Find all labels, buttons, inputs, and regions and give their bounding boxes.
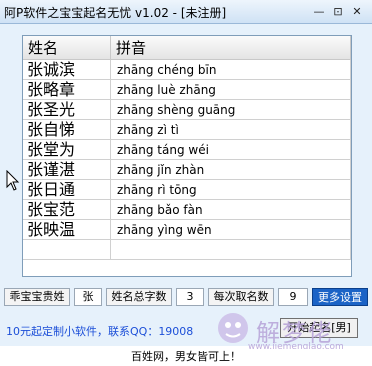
pinyin-cell: zhāng bǎo fàn bbox=[111, 200, 351, 220]
more-settings-button[interactable]: 更多设置 bbox=[312, 288, 368, 306]
table-row[interactable]: 张诚滨 zhāng chéng bīn bbox=[23, 60, 351, 80]
start-naming-button[interactable]: 开始起名[男] bbox=[280, 318, 358, 338]
table-row[interactable]: 张映温 zhāng yìng wēn bbox=[23, 220, 351, 240]
per-batch-input[interactable]: 9 bbox=[278, 288, 308, 306]
pinyin-cell: zhāng shèng guāng bbox=[111, 100, 351, 120]
close-button[interactable]: ✕ bbox=[349, 4, 365, 20]
table-row[interactable]: 张宝范 zhāng bǎo fàn bbox=[23, 200, 351, 220]
pinyin-cell: zhāng jǐn zhàn bbox=[111, 160, 351, 180]
pinyin-cell: zhāng zì tì bbox=[111, 120, 351, 140]
table-row[interactable]: 张谨湛 zhāng jǐn zhàn bbox=[23, 160, 351, 180]
window-title: 阿P软件之宝宝起名无忧 v1.02 - [未注册] bbox=[4, 6, 227, 20]
pinyin-cell: zhāng chéng bīn bbox=[111, 60, 351, 80]
app-window: 阿P软件之宝宝起名无忧 v1.02 - [未注册] — ⊡ ✕ 姓名 拼音 张诚… bbox=[0, 0, 372, 352]
surname-input[interactable]: 张 bbox=[74, 288, 102, 306]
pinyin-cell: zhāng rì tōng bbox=[111, 180, 351, 200]
name-cell: 张诚滨 bbox=[23, 60, 111, 80]
per-batch-label: 每次取名数 bbox=[208, 288, 274, 306]
title-bar[interactable]: 阿P软件之宝宝起名无忧 v1.02 - [未注册] — ⊡ ✕ bbox=[0, 0, 372, 24]
pinyin-cell: zhāng yìng wēn bbox=[111, 220, 351, 240]
promo-link[interactable]: 10元起定制小软件，联系QQ：19008 bbox=[6, 323, 193, 339]
name-cell: 张略章 bbox=[23, 80, 111, 100]
pinyin-cell: zhāng luè zhāng bbox=[111, 80, 351, 100]
total-chars-input[interactable]: 3 bbox=[176, 288, 204, 306]
minimize-button[interactable]: — bbox=[311, 4, 327, 20]
surname-label: 乖宝宝贵姓 bbox=[4, 288, 70, 306]
name-cell-empty bbox=[23, 240, 111, 260]
table-row[interactable]: 张日通 zhāng rì tōng bbox=[23, 180, 351, 200]
table-row[interactable]: 张略章 zhāng luè zhāng bbox=[23, 80, 351, 100]
name-cell: 张映温 bbox=[23, 220, 111, 240]
footer-caption: 百姓网，男女皆可上！ bbox=[0, 349, 372, 366]
table-row-empty bbox=[23, 240, 351, 260]
pinyin-cell-empty bbox=[111, 240, 351, 260]
total-chars-label: 姓名总字数 bbox=[106, 288, 172, 306]
name-cell: 张自悌 bbox=[23, 120, 111, 140]
column-header-pinyin[interactable]: 拼音 bbox=[111, 36, 351, 60]
name-cell: 张堂为 bbox=[23, 140, 111, 160]
table-row[interactable]: 张圣光 zhāng shèng guāng bbox=[23, 100, 351, 120]
name-cell: 张宝范 bbox=[23, 200, 111, 220]
name-list[interactable]: 姓名 拼音 张诚滨 zhāng chéng bīn 张略章 zhāng luè … bbox=[22, 35, 352, 277]
name-cell: 张日通 bbox=[23, 180, 111, 200]
maximize-button[interactable]: ⊡ bbox=[330, 4, 346, 20]
name-cell: 张谨湛 bbox=[23, 160, 111, 180]
table-row[interactable]: 张堂为 zhāng táng wéi bbox=[23, 140, 351, 160]
pinyin-cell: zhāng táng wéi bbox=[111, 140, 351, 160]
name-cell: 张圣光 bbox=[23, 100, 111, 120]
table-row[interactable]: 张自悌 zhāng zì tì bbox=[23, 120, 351, 140]
mouse-cursor-icon bbox=[6, 170, 20, 191]
options-bar: 乖宝宝贵姓 张 姓名总字数 3 每次取名数 9 更多设置 bbox=[4, 288, 368, 306]
watermark-logo-icon bbox=[218, 313, 248, 343]
column-header-name[interactable]: 姓名 bbox=[23, 36, 111, 60]
